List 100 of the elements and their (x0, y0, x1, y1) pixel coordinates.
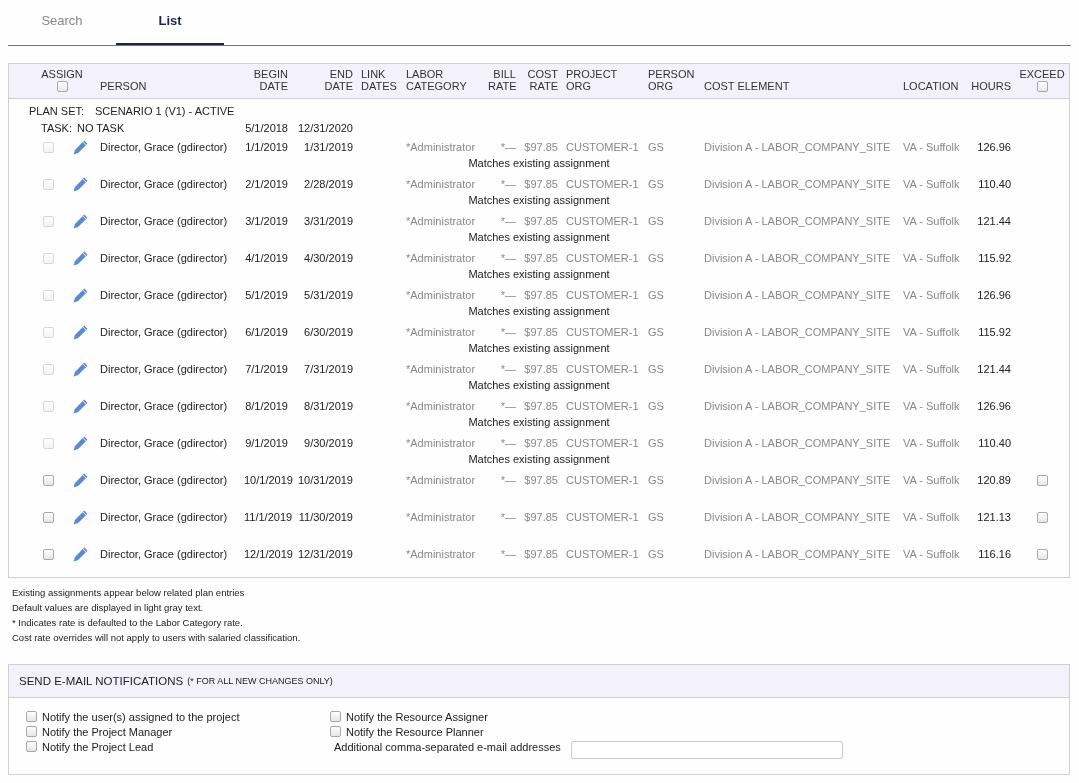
table-cell-text: 11/1/2019 (243, 511, 292, 523)
table-cell-text: CUSTOMER-1 (565, 548, 640, 560)
table-cell-text: *— (499, 511, 517, 523)
task-label: TASK: (41, 121, 72, 134)
table-cell-text: 5/1/2019 (244, 289, 289, 301)
table-cell-text: Division A - LABOR_COMPANY_SITE (703, 141, 892, 153)
table-cell-text: 5/31/2019 (303, 289, 354, 301)
checkbox[interactable] (26, 726, 37, 737)
table-cell-text: 126.96 (976, 400, 1012, 412)
pencil-icon[interactable] (72, 397, 89, 415)
checkbox-label: Notify the user(s) assigned to the project (42, 710, 240, 723)
checkbox[interactable] (330, 726, 341, 737)
table-cell-text: GS (647, 437, 665, 449)
pencil-icon[interactable] (72, 286, 89, 304)
checkbox[interactable] (1036, 474, 1048, 486)
tab[interactable]: List (116, 0, 224, 45)
assignment-note: Matches existing assignment (468, 305, 610, 317)
table-cell-text: 115.92 (977, 326, 1012, 338)
table-cell-text: *— (499, 363, 517, 375)
table-cell-text: *Administrator (405, 326, 477, 338)
plan-set-label: PLAN SET: (29, 104, 85, 117)
column-header: LABOR CATEGORY (405, 68, 468, 92)
table-cell-text: Director, Grace (gdirector) (99, 511, 229, 523)
table-cell-text: $97.85 (523, 511, 559, 523)
checkbox[interactable] (1036, 548, 1048, 560)
table-cell-text: Director, Grace (gdirector) (99, 474, 229, 486)
assignment-note: Matches existing assignment (468, 342, 610, 354)
table-cell-text: $97.85 (523, 437, 559, 449)
table-cell-text: 6/30/2019 (303, 326, 354, 338)
table-cell-text: VA - Suffolk (902, 511, 961, 523)
column-header: EXCEED (1019, 68, 1065, 80)
column-header: PERSON ORG (647, 68, 696, 92)
table-cell-text: Division A - LABOR_COMPANY_SITE (703, 289, 892, 301)
checkbox[interactable] (42, 474, 54, 486)
pencil-icon[interactable] (72, 434, 89, 452)
table-cell-text: $97.85 (523, 141, 559, 153)
table-cell-text: *— (499, 252, 517, 264)
table-cell-text: *Administrator (405, 437, 477, 449)
table-cell-text: GS (647, 474, 665, 486)
pencil-icon[interactable] (72, 360, 89, 378)
pencil-icon[interactable] (72, 545, 89, 563)
table-cell-text: 121.13 (976, 511, 1012, 523)
column-header: ASSIGN (41, 68, 83, 80)
table-cell-text: *— (499, 289, 517, 301)
plan-set-name: SCENARIO 1 (V1) - ACTIVE (95, 104, 235, 117)
table-cell-text: VA - Suffolk (902, 141, 961, 153)
table-cell-text: CUSTOMER-1 (565, 289, 640, 301)
checkbox[interactable] (26, 741, 37, 752)
checkbox[interactable] (26, 711, 37, 722)
pencil-icon[interactable] (72, 138, 89, 156)
table-cell-text: Division A - LABOR_COMPANY_SITE (703, 400, 892, 412)
table-cell-text: 110.40 (977, 437, 1012, 449)
checkbox[interactable] (42, 548, 54, 560)
footnote: Existing assignments appear below related plan entries (12, 587, 245, 598)
checkbox[interactable] (1036, 511, 1048, 523)
column-header: PROJECT ORG (565, 68, 619, 92)
checkbox[interactable] (330, 711, 341, 722)
table-cell-text: *— (499, 400, 517, 412)
checkbox[interactable] (56, 81, 68, 92)
pencil-icon[interactable] (72, 471, 89, 489)
pencil-icon[interactable] (72, 212, 89, 230)
checkbox[interactable] (42, 511, 54, 523)
table-cell-text: CUSTOMER-1 (565, 363, 640, 375)
pencil-icon[interactable] (72, 508, 89, 526)
table-cell-text: VA - Suffolk (902, 215, 961, 227)
table-cell-text: Director, Grace (gdirector) (99, 141, 229, 153)
checkbox-label: Notify the Resource Planner (346, 725, 484, 738)
table-cell-text: *Administrator (405, 289, 477, 301)
table-cell-text: GS (647, 363, 665, 375)
pencil-icon[interactable] (72, 175, 89, 193)
table-cell-text: VA - Suffolk (902, 178, 961, 190)
table-cell-text: 120.89 (976, 474, 1012, 486)
table-cell-text: VA - Suffolk (902, 548, 961, 560)
table-cell-text: 1/31/2019 (303, 141, 354, 153)
tab[interactable]: Search (8, 0, 116, 45)
assignment-note: Matches existing assignment (468, 231, 610, 243)
table-cell-text: 6/1/2019 (244, 326, 289, 338)
table-cell-text: CUSTOMER-1 (565, 400, 640, 412)
table-cell-text: *Administrator (405, 363, 477, 375)
table-cell-text: $97.85 (523, 400, 559, 412)
section-title: SEND E-MAIL NOTIFICATIONS (19, 675, 184, 687)
pencil-icon[interactable] (72, 323, 89, 341)
checkbox[interactable] (1036, 81, 1048, 92)
table-cell-text: 8/1/2019 (244, 400, 289, 412)
footnote: Cost rate overrides will not apply to users with salaried classification. (12, 632, 301, 643)
table-cell-text: *— (499, 215, 517, 227)
table-cell-text: *Administrator (405, 252, 477, 264)
table-cell-text: *Administrator (405, 215, 477, 227)
pencil-icon[interactable] (72, 249, 89, 267)
table-cell-text: VA - Suffolk (902, 252, 961, 264)
table-cell-text: GS (647, 326, 665, 338)
email-input-field[interactable] (570, 740, 843, 759)
column-header: PERSON (99, 80, 148, 92)
table-cell-text: 126.96 (976, 289, 1012, 301)
table-cell-text: VA - Suffolk (902, 363, 961, 375)
table-cell-text: 8/31/2019 (303, 400, 354, 412)
checkbox-label: Notify the Project Lead (42, 740, 154, 753)
table-cell-text: Division A - LABOR_COMPANY_SITE (703, 548, 892, 560)
table-cell-text: VA - Suffolk (902, 326, 961, 338)
table-cell-text: Division A - LABOR_COMPANY_SITE (703, 474, 892, 486)
